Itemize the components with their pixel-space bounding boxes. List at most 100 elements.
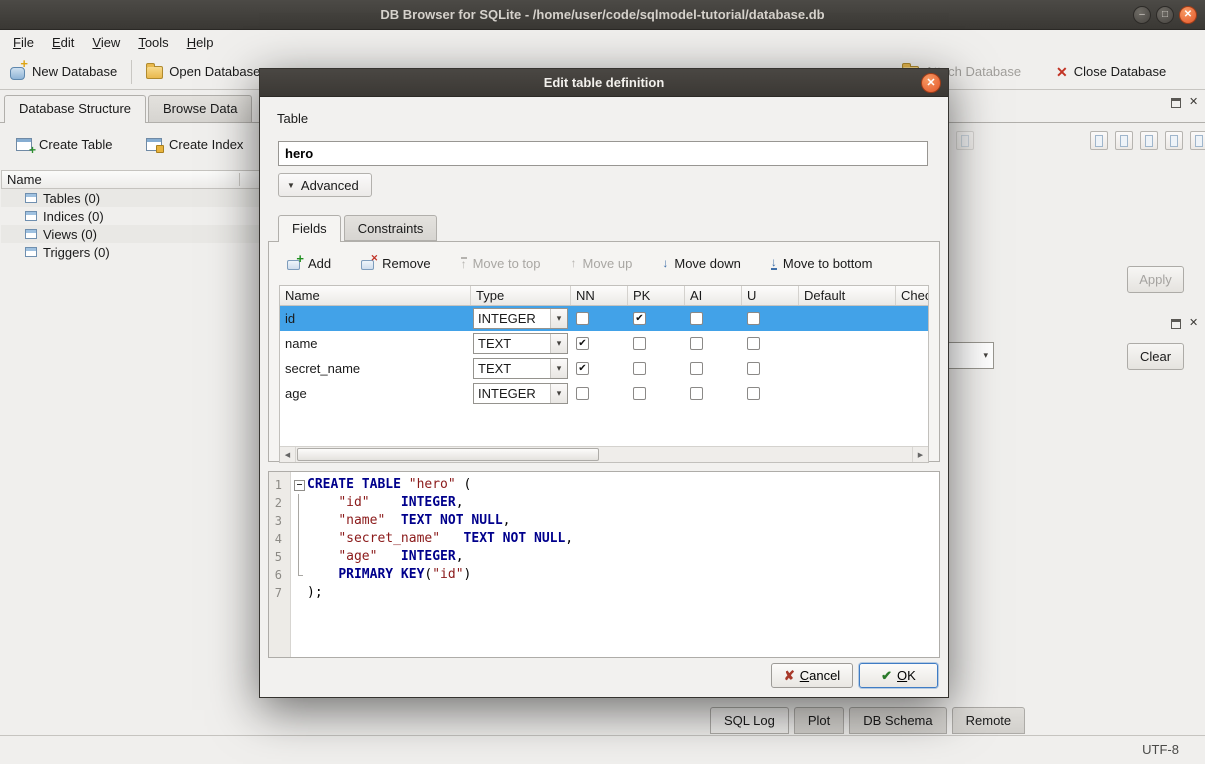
clear-button[interactable]: Clear bbox=[1127, 343, 1184, 370]
panel-icon[interactable] bbox=[1115, 131, 1133, 150]
bottom-tab-sql-log[interactable]: SQL Log bbox=[710, 707, 789, 734]
grid-hscrollbar[interactable]: ◀ ▶ bbox=[280, 446, 928, 462]
move-down-button[interactable]: ↓Move down bbox=[658, 254, 744, 273]
fold-line bbox=[291, 530, 307, 548]
ok-button[interactable]: ✔ OK bbox=[859, 663, 938, 688]
field-type-combo-id[interactable]: INTEGER▾ bbox=[473, 308, 568, 329]
dock-close-icon[interactable]: ✕ bbox=[1189, 97, 1198, 108]
sql-token: PRIMARY KEY bbox=[338, 567, 424, 582]
u-checkbox-age[interactable] bbox=[747, 387, 760, 400]
field-type-combo-name[interactable]: TEXT▾ bbox=[473, 333, 568, 354]
u-checkbox-name[interactable] bbox=[747, 337, 760, 350]
close-database-button[interactable]: ✕ Close Database bbox=[1056, 54, 1166, 89]
nn-checkbox-id[interactable] bbox=[576, 312, 589, 325]
pk-checkbox-name[interactable] bbox=[633, 337, 646, 350]
ai-checkbox-age[interactable] bbox=[690, 387, 703, 400]
dialog-titlebar[interactable]: Edit table definition ✕ bbox=[260, 69, 948, 97]
nn-checkbox-secret-name[interactable]: ✔ bbox=[576, 362, 589, 375]
tab-database-structure[interactable]: Database Structure bbox=[4, 95, 146, 123]
ai-checkbox-id[interactable] bbox=[690, 312, 703, 325]
field-name-secret-name[interactable]: secret_name bbox=[280, 361, 471, 376]
dialog-tab-constraints[interactable]: Constraints bbox=[344, 215, 438, 241]
dock-controls: ✕ bbox=[1171, 318, 1198, 329]
pk-checkbox-age[interactable] bbox=[633, 387, 646, 400]
ok-icon: ✔ bbox=[881, 668, 892, 684]
tab-browse-data[interactable]: Browse Data bbox=[148, 95, 252, 122]
panel-icon[interactable] bbox=[956, 131, 974, 150]
menu-help[interactable]: Help bbox=[178, 32, 223, 53]
sql-preview[interactable]: 1234567 CREATE TABLE "hero" ( "id" INTEG… bbox=[268, 471, 940, 658]
apply-button[interactable]: Apply bbox=[1127, 266, 1184, 293]
maximize-icon[interactable]: □ bbox=[1156, 6, 1174, 24]
field-type-combo-age[interactable]: INTEGER▾ bbox=[473, 383, 568, 404]
u-checkbox-secret-name[interactable] bbox=[747, 362, 760, 375]
cancel-button[interactable]: ✘ Cancel bbox=[771, 663, 853, 688]
fold-marker-icon[interactable] bbox=[291, 476, 307, 494]
move-to-bottom-button[interactable]: ↓Move to bottom bbox=[767, 254, 877, 273]
table-name-input[interactable] bbox=[278, 141, 928, 166]
menu-tools[interactable]: Tools bbox=[129, 32, 177, 53]
nn-checkbox-name[interactable]: ✔ bbox=[576, 337, 589, 350]
pk-checkbox-secret-name[interactable] bbox=[633, 362, 646, 375]
field-row-age[interactable]: ageINTEGER▾ bbox=[280, 381, 928, 406]
minimize-icon[interactable]: – bbox=[1133, 6, 1151, 24]
panel-icon[interactable] bbox=[1190, 131, 1205, 150]
ai-checkbox-secret-name[interactable] bbox=[690, 362, 703, 375]
column-header-default[interactable]: Default bbox=[799, 286, 896, 305]
table-icon bbox=[25, 193, 37, 203]
bottom-tab-plot[interactable]: Plot bbox=[794, 707, 844, 734]
advanced-button[interactable]: ▼ Advanced bbox=[278, 173, 372, 197]
field-row-id[interactable]: idINTEGER▾ ✔ bbox=[280, 306, 928, 331]
column-header-type[interactable]: Type bbox=[471, 286, 571, 305]
field-type-combo-secret-name[interactable]: TEXT▾ bbox=[473, 358, 568, 379]
dialog-tab-fields[interactable]: Fields bbox=[278, 215, 341, 242]
combo-dropdown-icon: ▾ bbox=[550, 384, 567, 403]
field-row-name[interactable]: nameTEXT▾ ✔ bbox=[280, 331, 928, 356]
cell-ai bbox=[685, 337, 742, 350]
ai-checkbox-name[interactable] bbox=[690, 337, 703, 350]
pk-checkbox-id[interactable]: ✔ bbox=[633, 312, 646, 325]
column-header-name[interactable]: Name bbox=[280, 286, 471, 305]
filter-combo-fragment[interactable]: ▾ bbox=[948, 342, 994, 369]
column-header-u[interactable]: U bbox=[742, 286, 799, 305]
dock-float-icon[interactable] bbox=[1171, 319, 1181, 329]
bottom-tab-db-schema[interactable]: DB Schema bbox=[849, 707, 946, 734]
scroll-left-icon[interactable]: ◀ bbox=[280, 447, 296, 462]
scroll-thumb[interactable] bbox=[297, 448, 599, 461]
dialog-close-icon[interactable]: ✕ bbox=[921, 73, 941, 93]
panel-icon[interactable] bbox=[1140, 131, 1158, 150]
field-name-age[interactable]: age bbox=[280, 386, 471, 401]
dialog-title: Edit table definition bbox=[544, 75, 665, 90]
sql-token: INTEGER bbox=[401, 549, 456, 564]
window-close-icon[interactable]: ✕ bbox=[1179, 6, 1197, 24]
sql-token: TEXT NOT NULL bbox=[401, 513, 503, 528]
advanced-label: Advanced bbox=[301, 178, 359, 193]
open-database-button[interactable]: Open Database... bbox=[146, 64, 271, 79]
panel-icon[interactable] bbox=[1090, 131, 1108, 150]
scroll-right-icon[interactable]: ▶ bbox=[912, 447, 928, 462]
new-database-button[interactable]: New Database bbox=[8, 63, 117, 81]
menu-edit[interactable]: Edit bbox=[43, 32, 83, 53]
u-checkbox-id[interactable] bbox=[747, 312, 760, 325]
create-index-button[interactable]: Create Index bbox=[140, 131, 249, 157]
tree-item-label: Indices (0) bbox=[43, 209, 104, 224]
field-name-id[interactable]: id bbox=[280, 311, 471, 326]
dock-float-icon[interactable] bbox=[1171, 98, 1181, 108]
column-header-check[interactable]: Check bbox=[896, 286, 928, 305]
field-name-name[interactable]: name bbox=[280, 336, 471, 351]
window-titlebar[interactable]: DB Browser for SQLite - /home/user/code/… bbox=[0, 0, 1205, 30]
field-row-secret-name[interactable]: secret_nameTEXT▾ ✔ bbox=[280, 356, 928, 381]
column-header-pk[interactable]: PK bbox=[628, 286, 685, 305]
bottom-tab-remote[interactable]: Remote bbox=[952, 707, 1026, 734]
add-button[interactable]: Add bbox=[283, 254, 335, 273]
nn-checkbox-age[interactable] bbox=[576, 387, 589, 400]
menu-view[interactable]: View bbox=[83, 32, 129, 53]
panel-icon[interactable] bbox=[1165, 131, 1183, 150]
column-header-nn[interactable]: NN bbox=[571, 286, 628, 305]
column-header-ai[interactable]: AI bbox=[685, 286, 742, 305]
create-table-button[interactable]: Create Table bbox=[10, 131, 118, 157]
menu-file[interactable]: File bbox=[4, 32, 43, 53]
sql-token bbox=[307, 549, 338, 564]
remove-button[interactable]: Remove bbox=[357, 254, 434, 273]
dock-close-icon[interactable]: ✕ bbox=[1189, 318, 1198, 329]
